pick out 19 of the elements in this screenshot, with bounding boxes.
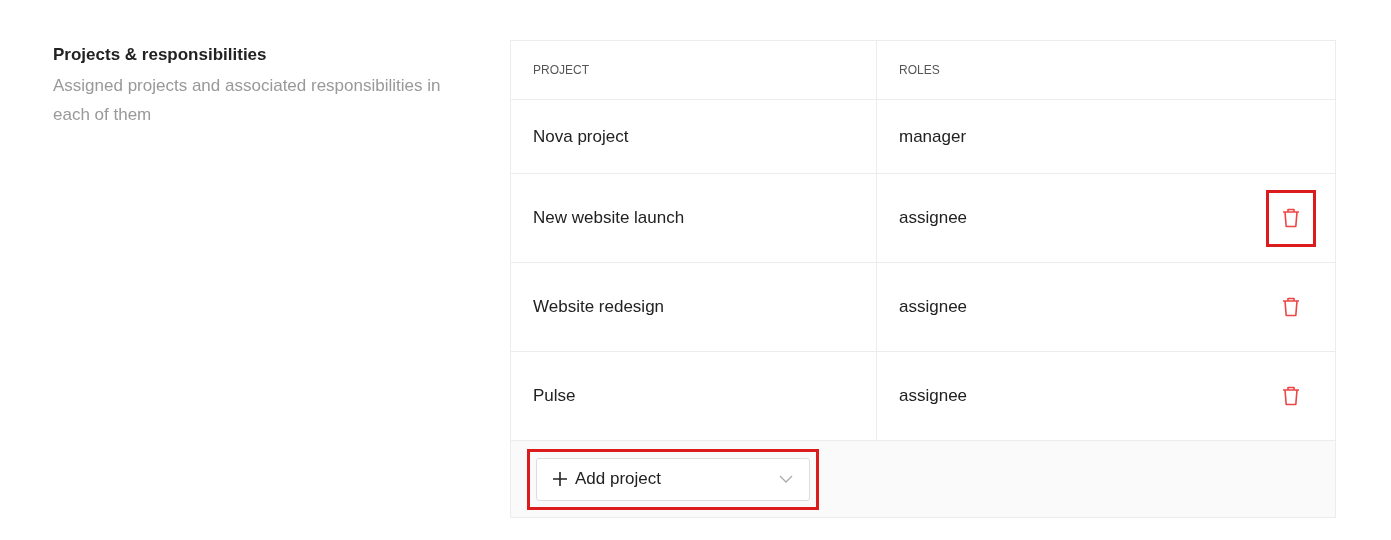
plus-icon: [553, 472, 567, 486]
table-cell: Pulse: [533, 386, 576, 406]
column-header: PROJECT: [533, 63, 589, 77]
table-cell: manager: [899, 126, 967, 147]
trash-icon: [1282, 297, 1300, 317]
chevron-down-icon: [779, 475, 793, 483]
delete-button[interactable]: [1266, 189, 1316, 247]
table-cell: New website launch: [533, 208, 685, 228]
table-cell: Nova project: [533, 126, 629, 147]
trash-icon: [1282, 386, 1300, 406]
add-project-dropdown[interactable]: Add project: [536, 457, 810, 501]
table-cell: assignee: [899, 297, 968, 317]
table-cell: assignee: [899, 208, 968, 228]
trash-icon: [1282, 208, 1300, 228]
column-header: ROLES: [899, 63, 940, 77]
table-cell: Website redesign: [533, 297, 665, 317]
table-cell: assignee: [899, 386, 968, 406]
section-title: Projects & responsibilities: [53, 45, 268, 65]
section-description: Assigned projects and associated responsibilities in each of them: [53, 75, 442, 126]
